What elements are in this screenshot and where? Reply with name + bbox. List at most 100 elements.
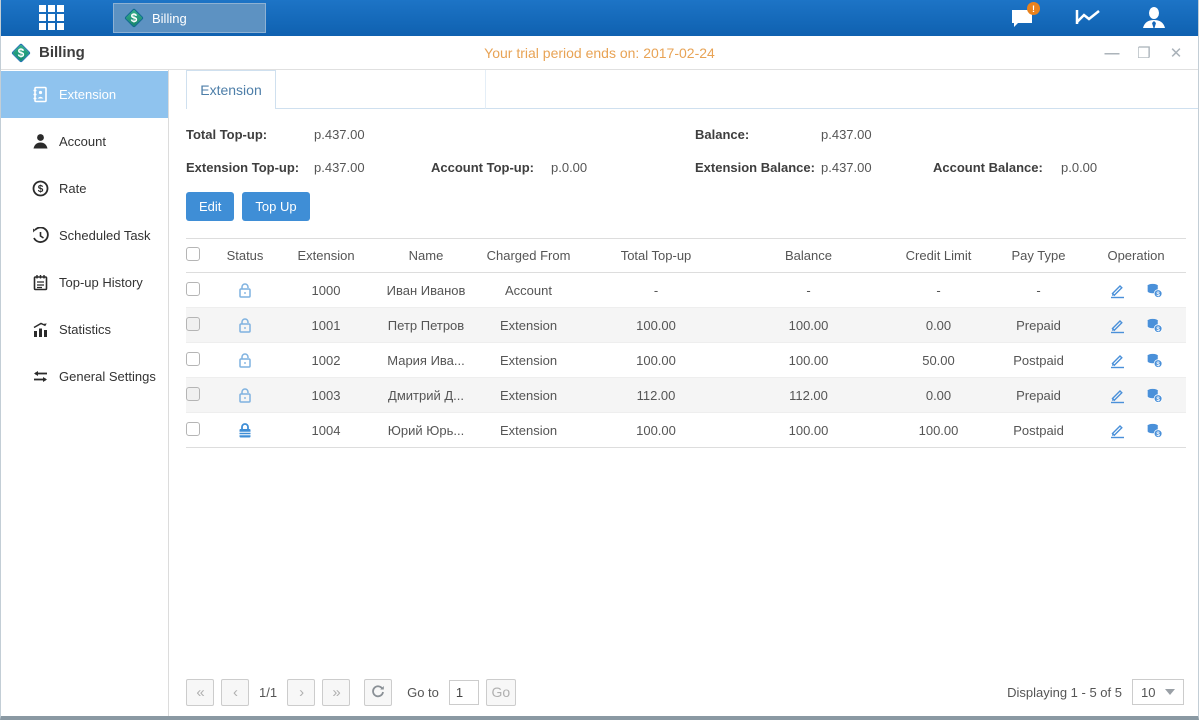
user-icon[interactable] <box>1140 6 1168 30</box>
sidebar-item-label: Rate <box>59 181 86 196</box>
top-up-row-icon[interactable]: $ <box>1146 352 1163 369</box>
page-size-value: 10 <box>1141 685 1155 700</box>
row-checkbox[interactable] <box>186 352 200 366</box>
sidebar-item-statistics[interactable]: Statistics <box>1 306 168 353</box>
account-balance-label: Account Balance: <box>933 160 1061 175</box>
notification-badge: ! <box>1027 2 1040 15</box>
edit-row-icon[interactable] <box>1109 352 1126 369</box>
cell-balance: 100.00 <box>731 308 886 343</box>
cell-total-topup: 100.00 <box>581 308 731 343</box>
balance-value: p.437.00 <box>821 127 933 142</box>
chart-icon[interactable] <box>1074 6 1102 30</box>
sidebar-item-rate[interactable]: $ Rate <box>1 165 168 212</box>
col-total-topup: Total Top-up <box>581 239 731 273</box>
pagination-bar: « ‹ 1/1 › » Go to Go Displaying 1 - 5 of… <box>169 668 1198 716</box>
top-up-row-icon[interactable]: $ <box>1146 387 1163 404</box>
cell-total-topup: 112.00 <box>581 378 731 413</box>
cell-credit-limit: 100.00 <box>886 413 991 448</box>
goto-page-input[interactable] <box>449 680 479 705</box>
sidebar-item-label: Extension <box>59 87 116 102</box>
col-credit-limit: Credit Limit <box>886 239 991 273</box>
sidebar-item-label: Scheduled Task <box>59 228 151 243</box>
chat-icon[interactable]: ! <box>1008 6 1036 30</box>
cell-pay-type: Prepaid <box>991 378 1086 413</box>
col-charged-from: Charged From <box>476 239 581 273</box>
row-checkbox[interactable] <box>186 387 200 401</box>
cell-extension: 1003 <box>276 378 376 413</box>
cell-charged-from: Extension <box>476 343 581 378</box>
top-up-button[interactable]: Top Up <box>242 192 309 221</box>
extension-balance-value: p.437.00 <box>821 160 933 175</box>
top-up-row-icon[interactable]: $ <box>1146 422 1163 439</box>
person-icon <box>31 133 49 151</box>
edit-row-icon[interactable] <box>1109 422 1126 439</box>
edit-row-icon[interactable] <box>1109 387 1126 404</box>
col-extension: Extension <box>276 239 376 273</box>
app-grid-icon[interactable] <box>39 5 69 31</box>
row-checkbox[interactable] <box>186 422 200 436</box>
row-checkbox[interactable] <box>186 282 200 296</box>
balance-label: Balance: <box>695 127 821 142</box>
main-content: Extension Total Top-up: p.437.00 Balance… <box>169 70 1198 716</box>
go-button[interactable]: Go <box>486 679 516 706</box>
first-page-button[interactable]: « <box>186 679 214 706</box>
sidebar-item-label: General Settings <box>59 369 156 384</box>
close-button[interactable]: ✕ <box>1168 46 1184 61</box>
sidebar: Extension Account $ Rate Scheduled Task <box>1 70 169 716</box>
table-row: 1000 Иван Иванов Account - - - - $ <box>186 273 1186 308</box>
extension-balance-label: Extension Balance: <box>695 160 821 175</box>
edit-button[interactable]: Edit <box>186 192 234 221</box>
cell-extension: 1001 <box>276 308 376 343</box>
account-topup-value: p.0.00 <box>551 160 695 175</box>
table-header-row: Status Extension Name Charged From Total… <box>186 239 1186 273</box>
bar-chart-icon <box>31 321 49 339</box>
table-row: 1003 Дмитрий Д... Extension 112.00 112.0… <box>186 378 1186 413</box>
sidebar-item-scheduled-task[interactable]: Scheduled Task <box>1 212 168 259</box>
svg-text:$: $ <box>1156 325 1160 332</box>
cell-credit-limit: 50.00 <box>886 343 991 378</box>
edit-row-icon[interactable] <box>1109 317 1126 334</box>
row-checkbox[interactable] <box>186 317 200 331</box>
sidebar-item-topup-history[interactable]: Top-up History <box>1 259 168 306</box>
next-page-button[interactable]: › <box>287 679 315 706</box>
edit-row-icon[interactable] <box>1109 282 1126 299</box>
sidebar-item-extension[interactable]: Extension <box>1 71 168 118</box>
cell-charged-from: Account <box>476 273 581 308</box>
col-pay-type: Pay Type <box>991 239 1086 273</box>
top-bar: $ Billing ! <box>1 0 1198 36</box>
sidebar-item-general-settings[interactable]: General Settings <box>1 353 168 400</box>
extension-book-icon <box>31 86 49 104</box>
cell-balance: 100.00 <box>731 413 886 448</box>
app-tab-billing[interactable]: $ Billing <box>113 3 266 33</box>
page-size-select[interactable]: 10 <box>1132 679 1184 705</box>
extension-topup-value: p.437.00 <box>314 160 431 175</box>
displaying-range: Displaying 1 - 5 of 5 <box>1007 685 1122 700</box>
top-up-row-icon[interactable]: $ <box>1146 317 1163 334</box>
last-page-button[interactable]: » <box>322 679 350 706</box>
extensions-table: Status Extension Name Charged From Total… <box>186 238 1186 448</box>
col-operation: Operation <box>1086 239 1186 273</box>
dollar-circle-icon: $ <box>31 180 49 198</box>
cell-balance: 112.00 <box>731 378 886 413</box>
minimize-button[interactable]: — <box>1104 46 1120 61</box>
prev-page-button[interactable]: ‹ <box>221 679 249 706</box>
tab-extension[interactable]: Extension <box>186 70 276 109</box>
select-all-checkbox[interactable] <box>186 247 200 261</box>
cell-extension: 1002 <box>276 343 376 378</box>
app-window: $ Billing ! <box>0 0 1199 720</box>
sidebar-item-account[interactable]: Account <box>1 118 168 165</box>
account-balance-value: p.0.00 <box>1061 160 1184 175</box>
cell-credit-limit: - <box>886 273 991 308</box>
table-row: 1004 Юрий Юрь... Extension 100.00 100.00… <box>186 413 1186 448</box>
cell-name: Петр Петров <box>376 308 476 343</box>
cell-extension: 1004 <box>276 413 376 448</box>
cell-credit-limit: 0.00 <box>886 378 991 413</box>
maximize-button[interactable]: ❒ <box>1136 46 1152 61</box>
top-up-row-icon[interactable]: $ <box>1146 282 1163 299</box>
cell-pay-type: Postpaid <box>991 413 1086 448</box>
total-topup-label: Total Top-up: <box>186 127 314 142</box>
refresh-button[interactable] <box>364 679 392 706</box>
cell-name: Юрий Юрь... <box>376 413 476 448</box>
extension-topup-label: Extension Top-up: <box>186 160 314 175</box>
tab-strip: Extension <box>169 70 1198 109</box>
